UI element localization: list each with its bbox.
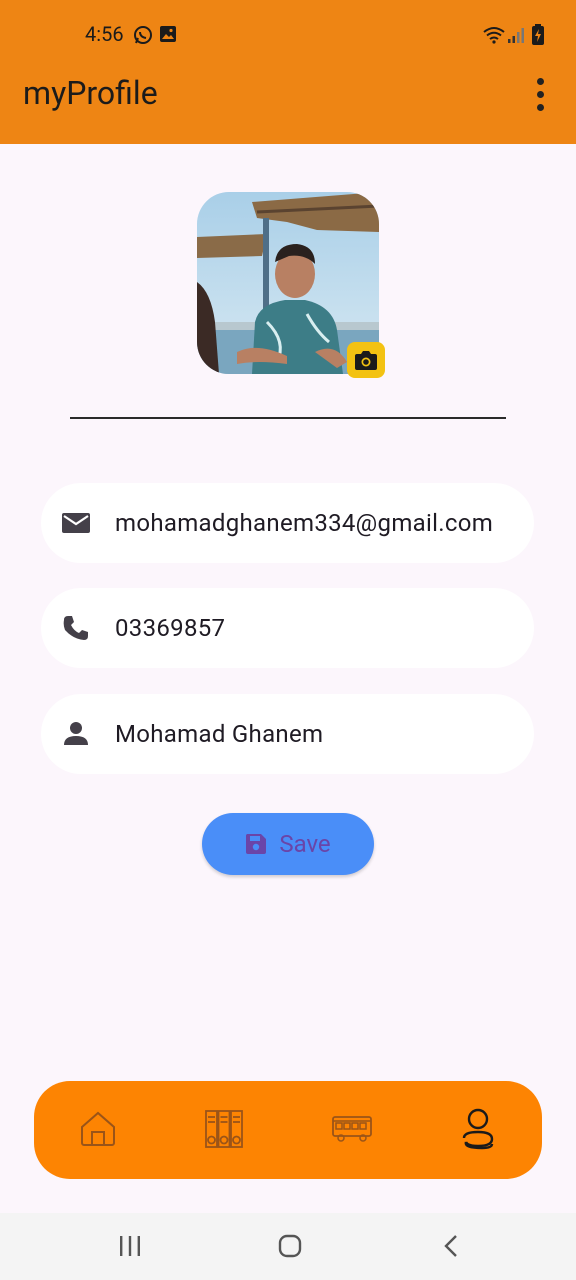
- nav-bus[interactable]: [330, 1107, 374, 1151]
- dot: [536, 90, 544, 98]
- person-icon: [64, 722, 88, 745]
- overflow-menu-button[interactable]: [524, 74, 556, 114]
- save-icon: [246, 834, 267, 854]
- nav-profile[interactable]: [456, 1107, 500, 1151]
- camera-icon: [355, 351, 377, 370]
- phone-value: 03369857: [115, 614, 226, 642]
- recent-apps-icon[interactable]: [118, 1233, 142, 1259]
- save-button[interactable]: Save: [202, 813, 374, 875]
- wifi-icon: [483, 27, 505, 44]
- divider: [70, 417, 506, 419]
- battery-charging-icon: [532, 24, 544, 45]
- page-title: myProfile: [23, 74, 158, 112]
- bottom-navigation: [34, 1081, 542, 1179]
- mail-icon: [62, 513, 90, 533]
- nav-library[interactable]: [202, 1107, 246, 1151]
- profile-icon: [462, 1108, 494, 1150]
- bus-icon: [332, 1116, 372, 1142]
- save-button-label: Save: [279, 830, 331, 858]
- system-navigation-bar: [0, 1213, 576, 1280]
- signal-icon: [508, 28, 524, 43]
- dot: [536, 77, 544, 85]
- status-bar: 4:56: [0, 22, 576, 50]
- dot: [536, 103, 544, 111]
- back-icon[interactable]: [440, 1233, 464, 1259]
- email-value: mohamadghanem334@gmail.com: [115, 509, 494, 537]
- email-field[interactable]: mohamadghanem334@gmail.com: [41, 483, 534, 563]
- phone-icon: [63, 616, 88, 640]
- phone-field[interactable]: 03369857: [41, 588, 534, 668]
- home-circle-icon[interactable]: [277, 1233, 303, 1259]
- change-photo-button[interactable]: [347, 342, 385, 378]
- gallery-icon: [160, 26, 176, 42]
- nav-home[interactable]: [76, 1107, 120, 1151]
- whatsapp-icon: [134, 26, 152, 44]
- app-bar: 4:56 myProfile: [0, 0, 576, 144]
- library-icon: [205, 1110, 243, 1148]
- status-time: 4:56: [85, 22, 124, 46]
- home-icon: [81, 1111, 115, 1146]
- name-value: Mohamad Ghanem: [115, 720, 324, 748]
- name-field[interactable]: Mohamad Ghanem: [41, 694, 534, 774]
